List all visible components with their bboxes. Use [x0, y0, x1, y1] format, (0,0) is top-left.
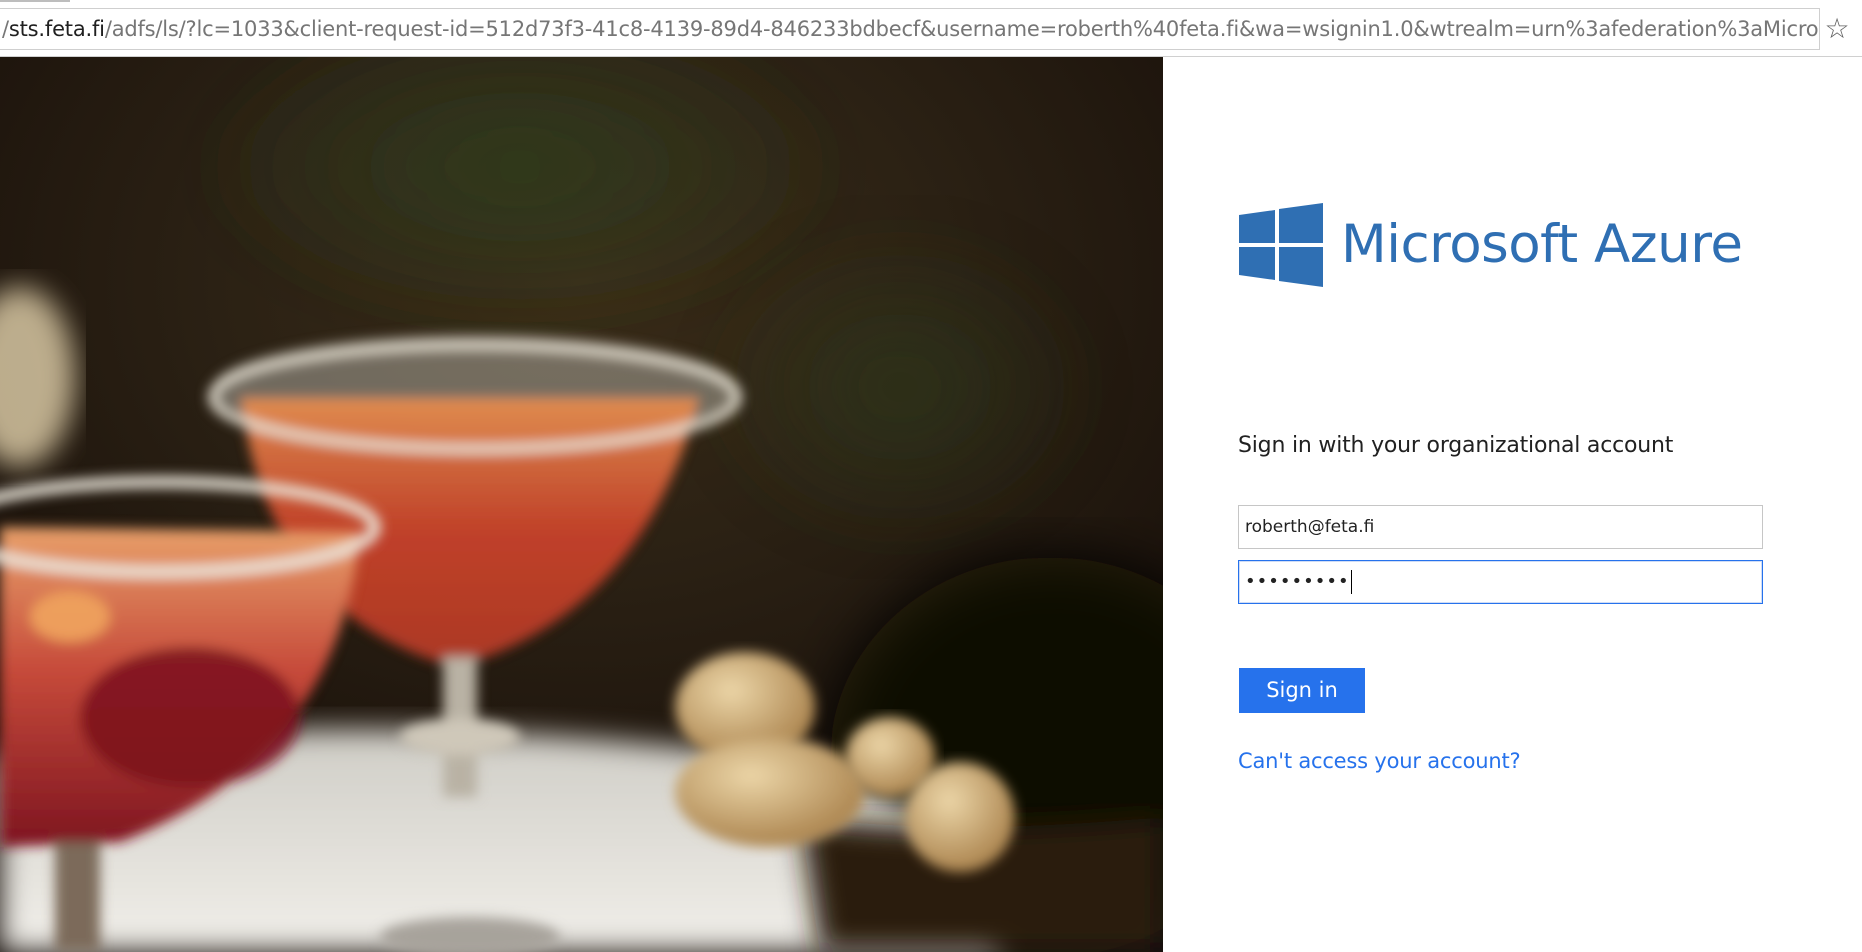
- brand-name: Microsoft Azure: [1341, 214, 1743, 275]
- url-prefix: /: [2, 17, 9, 41]
- username-field[interactable]: roberth@feta.fi: [1238, 505, 1763, 549]
- windows-logo-icon: [1239, 203, 1323, 287]
- signin-button[interactable]: Sign in: [1239, 668, 1365, 713]
- bookmark-star-icon[interactable]: ☆: [1820, 10, 1854, 48]
- url-host: sts.feta.fi: [8, 17, 105, 41]
- password-mask: •••••••••: [1245, 571, 1350, 592]
- address-bar[interactable]: /sts.feta.fi/adfs/ls/?lc=1033&client-req…: [0, 8, 1820, 50]
- cocktail-photo-illustration: [0, 57, 1163, 952]
- brand-logo: Microsoft Azure: [1239, 202, 1743, 288]
- cant-access-account-link[interactable]: Can't access your account?: [1238, 749, 1521, 773]
- browser-toolbar: /sts.feta.fi/adfs/ls/?lc=1033&client-req…: [0, 0, 1862, 57]
- signin-heading: Sign in with your organizational account: [1238, 433, 1674, 458]
- signin-panel: Microsoft Azure Sign in with your organi…: [1163, 57, 1862, 952]
- background-illustration: [0, 57, 1163, 952]
- tab-strip-edge: [0, 0, 70, 2]
- url-path: /adfs/ls/?lc=1033&client-request-id=512d…: [104, 17, 1819, 41]
- password-field[interactable]: •••••••••: [1238, 560, 1763, 604]
- text-caret: [1350, 570, 1352, 594]
